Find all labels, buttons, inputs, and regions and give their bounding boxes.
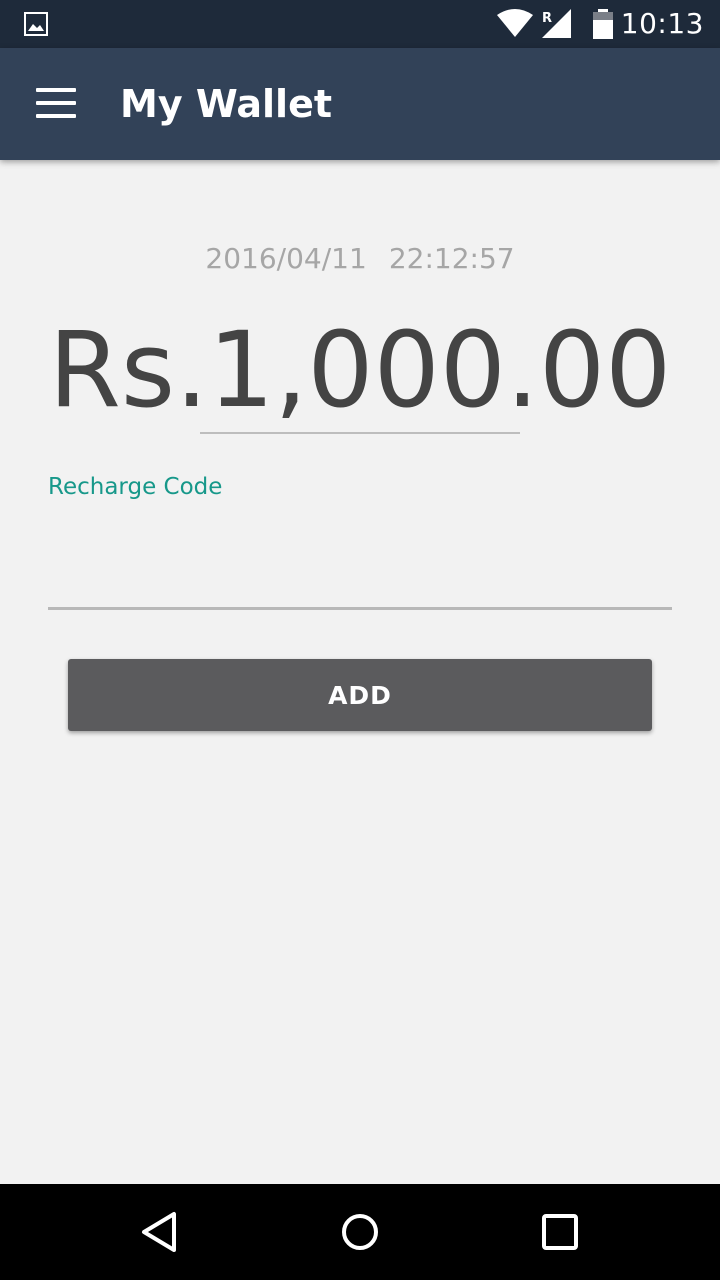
wallet-balance: Rs.1,000.00 (48, 309, 672, 431)
status-bar: R 10:13 (0, 0, 720, 48)
battery-icon (593, 9, 613, 39)
roaming-indicator: R (542, 11, 552, 26)
recharge-code-input[interactable] (48, 530, 672, 610)
navigation-bar (0, 1184, 720, 1280)
add-button[interactable]: ADD (68, 659, 652, 731)
back-icon[interactable] (136, 1208, 184, 1256)
recharge-code-label: Recharge Code (48, 474, 223, 500)
image-notification-icon (24, 12, 48, 36)
wallet-time: 22:12:57 (388, 242, 515, 275)
app-bar: My Wallet (0, 48, 720, 160)
balance-divider (200, 432, 520, 434)
page-title: My Wallet (120, 82, 333, 126)
home-icon[interactable] (336, 1208, 384, 1256)
recents-icon[interactable] (536, 1208, 584, 1256)
wifi-icon (497, 9, 533, 37)
wallet-date: 2016/04/11 (205, 242, 367, 275)
status-clock: 10:13 (620, 7, 704, 40)
hamburger-menu-icon[interactable] (36, 88, 76, 118)
signal-roaming-icon: R (542, 9, 571, 38)
wallet-timestamp: 2016/04/11 22:12:57 (0, 242, 720, 275)
